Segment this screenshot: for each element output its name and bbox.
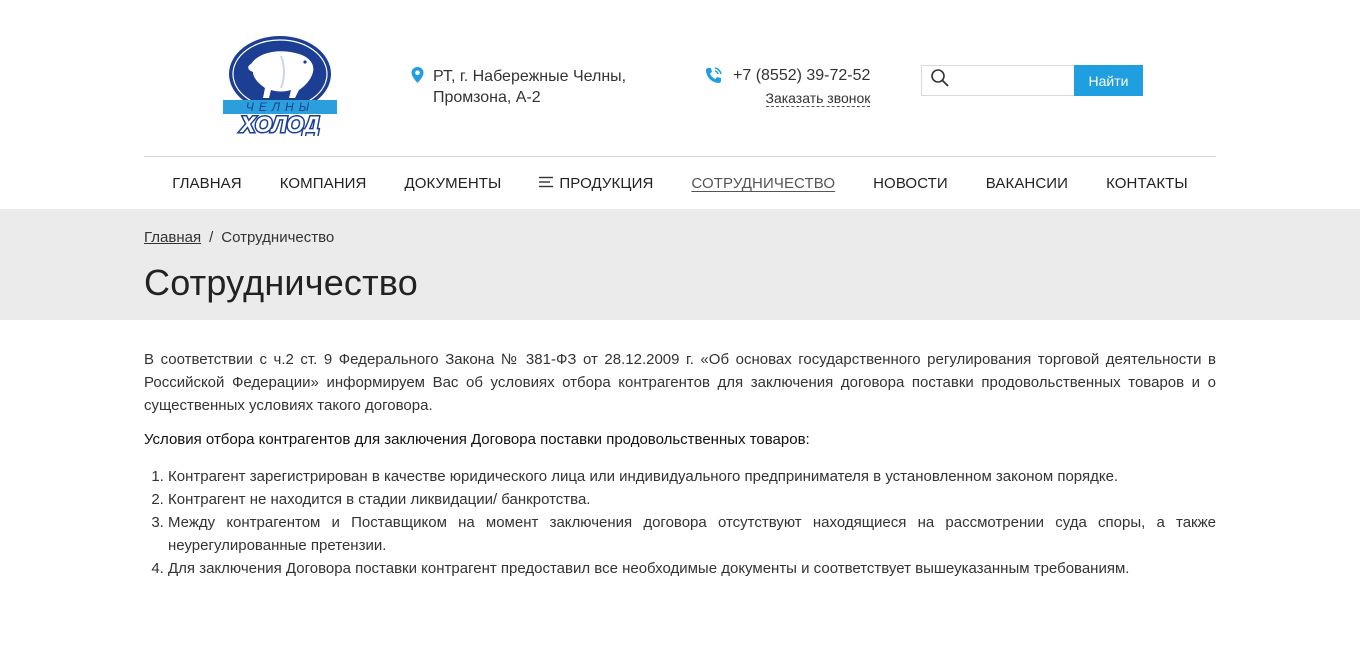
intro-paragraph: В соответствии с ч.2 ст. 9 Федерального … bbox=[144, 351, 1216, 414]
main-content: В соответствии с ч.2 ст. 9 Федерального … bbox=[144, 348, 1216, 580]
list-item: Для заключения Договора поставки контраг… bbox=[168, 557, 1216, 580]
search-form: Найти bbox=[921, 65, 1143, 96]
main-nav: Главная Компания Документы Продукция Сот… bbox=[144, 157, 1216, 209]
list-item: Контрагент зарегистрирован в качестве юр… bbox=[168, 465, 1216, 488]
conditions-heading: Условия отбора контрагентов для заключен… bbox=[144, 431, 810, 448]
location-pin-icon bbox=[410, 66, 425, 108]
logo-text-bottom: ХОЛОД bbox=[238, 112, 319, 136]
breadcrumb: Главная / Сотрудничество bbox=[144, 229, 334, 246]
breadcrumb-separator: / bbox=[209, 229, 214, 246]
nav-item-cooperation[interactable]: Сотрудничество bbox=[691, 175, 835, 192]
nav-item-products[interactable]: Продукция bbox=[539, 175, 653, 192]
logo-image: ЧЕЛНЫ ХОЛОД bbox=[223, 36, 337, 139]
nav-item-news[interactable]: Новости bbox=[873, 175, 948, 192]
nav-item-contacts[interactable]: Контакты bbox=[1106, 175, 1188, 192]
address-block: РТ, г. Набережные Челны, Промзона, А-2 bbox=[410, 66, 626, 108]
address-line-1: РТ, г. Набережные Челны, bbox=[433, 68, 627, 85]
menu-icon bbox=[539, 175, 554, 192]
logo[interactable]: ЧЕЛНЫ ХОЛОД bbox=[221, 34, 339, 139]
list-item: Между контрагентом и Поставщиком на моме… bbox=[168, 511, 1216, 557]
search-icon bbox=[930, 68, 950, 93]
nav-item-documents[interactable]: Документы bbox=[404, 175, 501, 192]
nav-item-products-label: Продукция bbox=[559, 174, 654, 192]
search-button[interactable]: Найти bbox=[1074, 65, 1143, 96]
nav-item-home[interactable]: Главная bbox=[172, 175, 242, 192]
callback-link[interactable]: Заказать звонок bbox=[765, 90, 871, 107]
nav-item-vacancies[interactable]: Вакансии bbox=[986, 175, 1068, 192]
search-box bbox=[921, 65, 1074, 96]
page-title: Сотрудничество bbox=[144, 262, 418, 303]
phone-block: +7 (8552) 39-72-52 Заказать звонок bbox=[704, 66, 871, 108]
conditions-list: Контрагент зарегистрирован в качестве юр… bbox=[144, 465, 1216, 580]
phone-icon bbox=[704, 66, 723, 108]
phone-number[interactable]: +7 (8552) 39-72-52 bbox=[733, 66, 870, 86]
search-input[interactable] bbox=[950, 66, 1074, 95]
address-line-2: Промзона, А-2 bbox=[433, 89, 541, 106]
list-item: Контрагент не находится в стадии ликвида… bbox=[168, 488, 1216, 511]
nav-item-company[interactable]: Компания bbox=[280, 175, 367, 192]
breadcrumb-current: Сотрудничество bbox=[221, 229, 335, 246]
breadcrumb-home-link[interactable]: Главная bbox=[144, 229, 201, 246]
